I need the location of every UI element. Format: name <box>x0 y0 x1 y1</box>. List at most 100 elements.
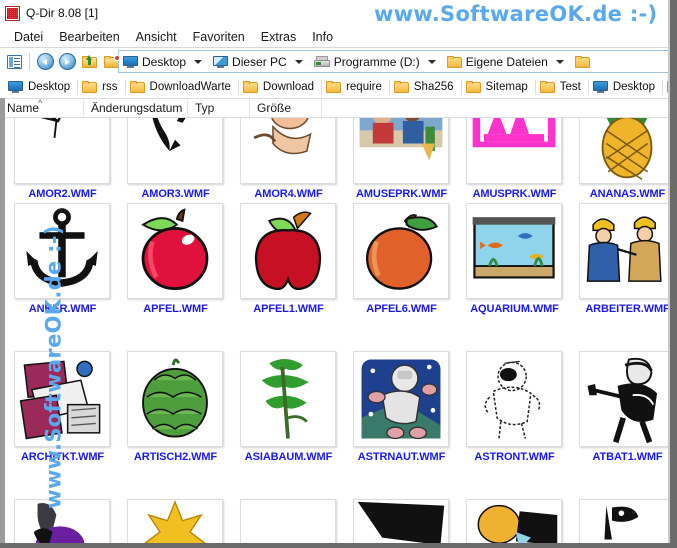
column-label: Name <box>7 101 40 115</box>
thumbnail-arbeiter <box>579 203 670 299</box>
menu-item-favoriten[interactable]: Favoriten <box>185 28 253 46</box>
thumbnail-aquarium <box>466 203 562 299</box>
breadcrumb-label: Dieser PC <box>232 54 287 69</box>
file-item-partial-1[interactable] <box>6 495 119 546</box>
favorite-label: Desktop <box>28 81 71 93</box>
file-item-partial-4[interactable] <box>345 495 458 546</box>
file-item-apfel[interactable]: APFEL.WMF <box>119 199 232 348</box>
file-name: ANKER.WMF <box>28 303 97 315</box>
drive-icon <box>313 56 330 67</box>
toolbar-divider <box>29 53 30 70</box>
monitor-icon <box>592 81 608 93</box>
thumbnail-partial-1 <box>14 499 110 546</box>
window-left-edge <box>0 98 5 548</box>
favorite-item-test[interactable]: Test <box>536 77 588 97</box>
file-name: ASTRNAUT.WMF <box>357 451 446 463</box>
breadcrumb-caret-3[interactable] <box>555 60 564 64</box>
favorite-item-desktop-2[interactable]: Desktop <box>589 77 662 97</box>
file-item-arbeiter[interactable]: ARBEITER.WMF <box>571 199 670 348</box>
thumbnail-partial-2 <box>127 499 223 546</box>
file-item-partial-6[interactable] <box>571 495 670 546</box>
breadcrumb-dieser-pc[interactable]: Dieser PC <box>209 51 288 72</box>
breadcrumb-eigene-dateien[interactable]: Eigene Dateien <box>443 51 549 72</box>
file-item-apfel1[interactable]: APFEL1.WMF <box>232 199 345 348</box>
forward-button[interactable] <box>56 51 78 73</box>
file-item-asiabaum[interactable]: ASIABAUM.WMF <box>232 347 345 496</box>
thumbnail-partial-6 <box>579 499 670 546</box>
arrow-right-circle-icon <box>58 53 76 70</box>
file-list[interactable]: AMOR2.WMF AMOR3.WMF AMOR4.WMF AMUSEPRK.W… <box>0 118 670 546</box>
file-row-2: ANKER.WMF APFEL.WMF APFEL1.WMF APFEL6.WM… <box>0 199 670 348</box>
favorite-label: DownloadWarte <box>149 81 231 93</box>
column-header-size[interactable]: Größe <box>250 99 322 117</box>
back-button[interactable] <box>34 51 56 73</box>
file-name: ASTRONT.WMF <box>474 451 555 463</box>
thumbnail-ananas <box>579 118 670 184</box>
column-label: Änderungsdatum <box>91 101 183 115</box>
file-item-astront[interactable]: ASTRONT.WMF <box>458 347 571 496</box>
breadcrumb-desktop[interactable]: Desktop <box>119 51 187 72</box>
file-name: APFEL.WMF <box>143 303 208 315</box>
qdir-window: Q-Dir 8.08 [1] Datei Bearbeiten Ansicht … <box>0 0 677 548</box>
folder-icon <box>129 81 145 93</box>
file-item-partial-2[interactable] <box>119 495 232 546</box>
folder-icon <box>82 81 98 93</box>
file-item-atbat1[interactable]: ATBAT1.WMF <box>571 347 670 496</box>
favorite-label: Desktop <box>612 81 656 93</box>
window-bottom-edge <box>0 543 677 548</box>
column-label: Typ <box>195 101 215 115</box>
file-row-3: ARCHITKT.WMF ARTISCH2.WMF ASIABAUM.WMF A… <box>0 347 670 496</box>
menu-item-bearbeiten[interactable]: Bearbeiten <box>51 28 127 46</box>
column-header-row: Name ^ Änderungsdatum Typ Größe <box>0 98 677 118</box>
file-name: APFEL6.WMF <box>366 303 437 315</box>
favorite-item-sitemap[interactable]: Sitemap <box>462 77 535 97</box>
favorite-item-rss[interactable]: rss <box>78 77 124 97</box>
column-header-type[interactable]: Typ <box>188 99 250 117</box>
column-label: Größe <box>257 101 292 115</box>
favorite-item-download[interactable]: Download <box>239 77 321 97</box>
favorite-item-sha256[interactable]: Sha256 <box>390 77 461 97</box>
favorite-item-require[interactable]: require <box>322 77 389 97</box>
folder-icon <box>326 81 342 93</box>
folder-up-icon <box>81 54 97 68</box>
favorite-item-downloadwarte[interactable]: DownloadWarte <box>126 77 238 97</box>
favorite-item-desktop[interactable]: Desktop <box>4 77 77 97</box>
address-bar[interactable]: Desktop Dieser PC Programme (D:) Eigene … <box>118 50 670 73</box>
up-folder-button[interactable] <box>78 51 100 73</box>
qdir-icon <box>5 5 20 21</box>
file-name: AQUARIUM.WMF <box>470 303 559 315</box>
thumbnail-partial-4 <box>353 499 449 546</box>
column-header-date[interactable]: Änderungsdatum <box>84 99 188 117</box>
favorite-label: require <box>346 81 382 93</box>
breadcrumb-overflow[interactable] <box>571 51 591 72</box>
column-header-blank[interactable] <box>322 99 482 117</box>
breadcrumb-caret-2[interactable] <box>427 60 436 64</box>
file-item-artisch2[interactable]: ARTISCH2.WMF <box>119 347 232 496</box>
list-view-toggle[interactable] <box>3 51 25 73</box>
column-header-name[interactable]: Name ^ <box>0 98 84 117</box>
breadcrumb-caret-1[interactable] <box>294 60 303 64</box>
title-bar: Q-Dir 8.08 [1] <box>0 0 677 26</box>
breadcrumb-programme-d[interactable]: Programme (D:) <box>310 51 421 72</box>
favorite-label: Sha256 <box>413 81 454 93</box>
file-item-partial-3[interactable] <box>232 495 345 546</box>
menu-item-extras[interactable]: Extras <box>253 28 304 46</box>
thumbnail-apfel1 <box>240 203 336 299</box>
thumbnail-partial-3 <box>240 499 336 546</box>
file-item-partial-5[interactable] <box>458 495 571 546</box>
file-item-anker[interactable]: ANKER.WMF <box>6 199 119 348</box>
menu-item-info[interactable]: Info <box>304 28 341 46</box>
file-item-astrnaut[interactable]: ASTRNAUT.WMF <box>345 347 458 496</box>
favorite-label: Sitemap <box>485 81 528 93</box>
favorites-bar: Desktop rss DownloadWarte Download requi… <box>0 76 677 98</box>
file-item-apfel6[interactable]: APFEL6.WMF <box>345 199 458 348</box>
file-name: ASIABAUM.WMF <box>244 451 333 463</box>
folder-icon <box>465 81 481 93</box>
menu-item-datei[interactable]: Datei <box>6 28 51 46</box>
breadcrumb-caret-0[interactable] <box>194 60 203 64</box>
menu-item-ansicht[interactable]: Ansicht <box>128 28 185 46</box>
thumbnail-apfel6 <box>353 203 449 299</box>
file-item-aquarium[interactable]: AQUARIUM.WMF <box>458 199 571 348</box>
file-item-architkt[interactable]: ARCHITKT.WMF <box>6 347 119 496</box>
thumbnail-amusprk <box>466 118 562 184</box>
